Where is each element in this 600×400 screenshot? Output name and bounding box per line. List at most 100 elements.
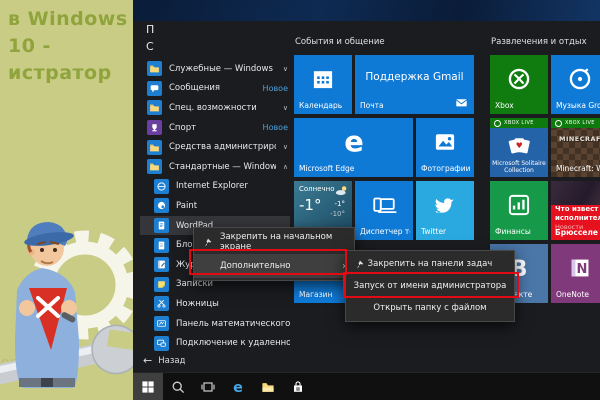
start-button[interactable] <box>133 373 163 400</box>
ie-icon <box>156 181 167 192</box>
app-label: Спорт <box>169 123 256 133</box>
groove-icon <box>567 66 593 92</box>
mail-preview-text: Поддержка Gmail <box>355 71 474 83</box>
annotation-box-advanced <box>189 249 347 275</box>
app-list-item[interactable]: СообщенияНовое <box>140 79 290 99</box>
screen: П С События и общение КалендарьПоддержка … <box>0 0 600 400</box>
app-label: Панель математического ввода <box>176 319 290 329</box>
branding-panel: в Windows 10 - истратор <box>0 0 133 400</box>
tile-minecraft-w[interactable]: XBOX LIVE MINECRAF Minecraft: W <box>551 118 600 177</box>
onenote-icon: N <box>567 255 593 281</box>
app-label: Стандартные — Windows <box>169 162 276 172</box>
tile-новости[interactable]: Что известисполнителНовостиБрюсселе <box>551 181 600 240</box>
taskview-icon <box>200 379 216 395</box>
tile-фотографии[interactable]: Фотографии <box>416 118 474 177</box>
tile-почта[interactable]: Поддержка GmailПочта <box>355 55 474 114</box>
pin-icon <box>202 237 213 248</box>
app-label: Internet Explorer <box>176 181 290 191</box>
app-label: Средства администрирован... <box>169 142 276 152</box>
news-headline-line: Брюсселе <box>555 228 598 237</box>
new-badge: Новое <box>263 123 288 132</box>
weather-condition: Солнечно <box>299 185 335 193</box>
app-list-item[interactable]: Средства администрирован... ∨ <box>140 137 290 157</box>
explorer-icon <box>260 379 276 395</box>
chevron-down-icon[interactable]: ∨ <box>283 143 288 151</box>
twitter-icon <box>432 192 458 218</box>
app-list-item[interactable]: Спец. возможности∨ <box>140 98 290 118</box>
xbox-live-banner: XBOX LIVE <box>551 118 600 128</box>
app-list-item[interactable]: Служебные — Windows∨ <box>140 59 290 79</box>
menu-item-2[interactable]: Открыть папку с файлом <box>346 297 514 319</box>
branding-title: в Windows 10 - истратор <box>8 6 133 87</box>
finance-icon <box>506 192 532 218</box>
folder-icon <box>149 161 160 172</box>
tile-group-title[interactable]: Развлечения и отдых <box>491 37 587 47</box>
mascot-illustration <box>0 210 133 400</box>
win-logo-icon <box>140 379 156 395</box>
folder-icon <box>149 102 160 113</box>
app-list: Служебные — Windows∨СообщенияНовоеСпец. … <box>140 59 290 353</box>
sport-icon <box>149 122 160 133</box>
app-list-item[interactable]: Спорт Новое <box>140 118 290 138</box>
tile-label: Диспетчер те... <box>360 227 410 236</box>
tile-label: Xbox <box>495 101 545 110</box>
tile-label: Microsoft Edge <box>299 164 410 173</box>
tile-xbox[interactable]: Xbox <box>490 55 548 114</box>
app-section-letter[interactable]: С <box>146 40 154 53</box>
tile-onenote[interactable]: N OneNote <box>551 244 600 303</box>
app-label: Paint <box>176 201 290 211</box>
tile-календарь[interactable]: Календарь <box>294 55 352 114</box>
back-button[interactable]: ← Назад <box>143 354 185 367</box>
edge-taskbar-icon: e <box>230 379 246 395</box>
svg-text:e: e <box>344 126 364 158</box>
tile-финансы[interactable]: Финансы <box>490 181 548 240</box>
journal-icon <box>156 259 167 270</box>
svg-text:N: N <box>577 262 588 277</box>
back-arrow-icon: ← <box>143 354 152 367</box>
wordpad-icon <box>156 220 167 231</box>
file-explorer-button[interactable] <box>253 373 283 400</box>
chevron-down-icon[interactable]: ∨ <box>283 104 288 112</box>
tile-label: Minecraft: W <box>556 164 600 173</box>
svg-text:e: e <box>233 379 243 394</box>
task-view-button[interactable] <box>193 373 223 400</box>
taskbar: e <box>133 372 600 400</box>
minecraft-logo: MINECRAF <box>551 135 600 143</box>
tile-музыка-gro[interactable]: Музыка Gro <box>551 55 600 114</box>
tile-label: OneNote <box>556 290 600 299</box>
app-list-item[interactable]: Internet Explorer <box>140 177 290 197</box>
tile-label: Microsoft Solitaire Collection <box>492 160 546 174</box>
devices-icon <box>371 192 397 218</box>
app-list-item[interactable]: Стандартные — Windows ∧ <box>140 157 290 177</box>
tile-диспетчер-те-[interactable]: Диспетчер те... <box>355 181 413 240</box>
app-list-item[interactable]: Ножницы <box>140 294 290 314</box>
tile-microsoft-edge[interactable]: e Microsoft Edge <box>294 118 413 177</box>
tile-twitter[interactable]: Twitter <box>416 181 474 240</box>
tile-microsoft-solitaire-collection[interactable]: XBOX LIVE♥Microsoft Solitaire Collection <box>490 118 548 177</box>
chevron-down-icon[interactable]: ∨ <box>283 65 288 73</box>
cards-icon: ♥ <box>506 132 532 158</box>
news-image <box>551 181 600 205</box>
edge-button[interactable]: e <box>223 373 253 400</box>
xbox-live-icon <box>555 120 562 127</box>
store-button[interactable] <box>283 373 313 400</box>
pin-icon <box>354 259 365 270</box>
search-button[interactable] <box>163 373 193 400</box>
chevron-up-icon[interactable]: ∧ <box>283 163 288 171</box>
paint-icon <box>156 200 167 211</box>
tile-group-title[interactable]: События и общение <box>295 37 385 47</box>
weather-temperature: -1° <box>299 196 321 214</box>
app-list-item[interactable]: Paint <box>140 196 290 216</box>
tile-label: Фотографии <box>421 164 471 173</box>
notepad-icon <box>156 240 167 251</box>
menu-item-label: Открыть папку с файлом <box>373 303 486 313</box>
app-list-item[interactable]: Панель математического ввода <box>140 314 290 334</box>
weather-icon <box>334 184 349 199</box>
news-headline-line: исполнител <box>555 214 600 222</box>
app-section-letter[interactable]: П <box>146 23 154 36</box>
menu-item-label: Закрепить на панели задач <box>368 259 493 269</box>
tile-label: Twitter <box>421 227 471 236</box>
svg-text:♥: ♥ <box>516 140 523 149</box>
store-icon <box>290 379 306 395</box>
app-list-item[interactable]: Подключение к удаленному р... <box>140 333 290 353</box>
